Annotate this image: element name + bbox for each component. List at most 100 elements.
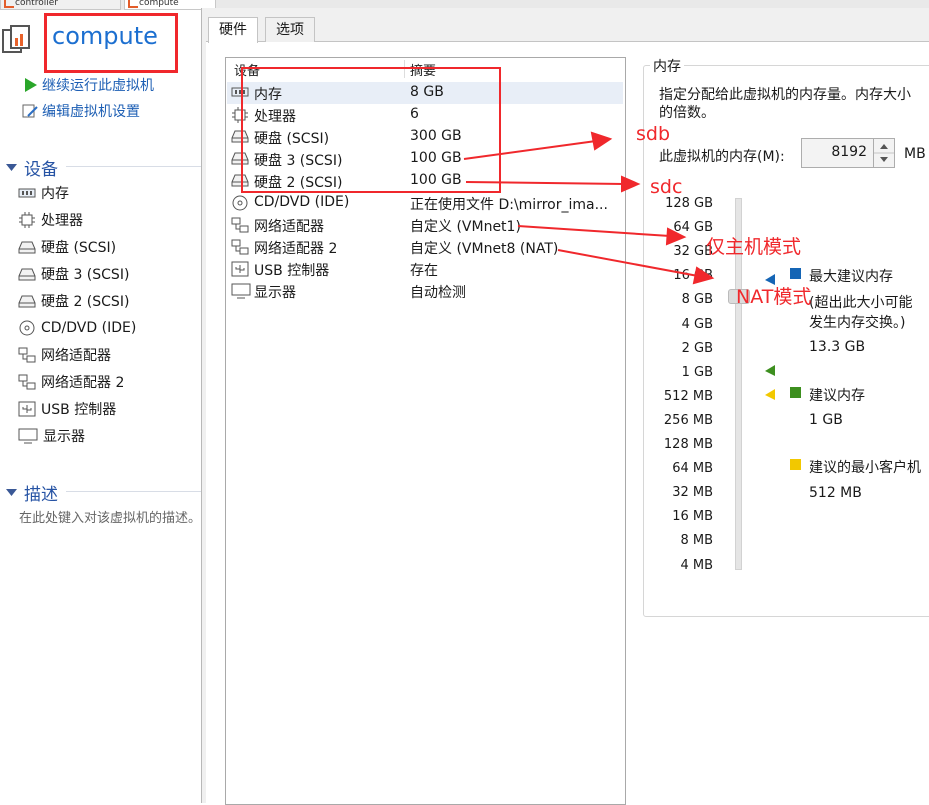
min-memory-swatch <box>790 459 801 470</box>
sidebar-device-label: 硬盘 3 (SCSI) <box>41 267 130 283</box>
device-row[interactable]: 网络适配器 2 自定义 (VMnet8 (NAT) <box>227 236 623 258</box>
device-summary: 存在 <box>410 263 438 279</box>
recommended-memory-marker-icon <box>765 365 775 376</box>
device-summary: 自定义 (VMnet1) <box>410 219 521 235</box>
memory-field-label: 此虚拟机的内存(M): <box>659 149 785 165</box>
annotation-host-only: 仅主机模式 <box>706 236 802 258</box>
sidebar-device-label: 硬盘 (SCSI) <box>41 240 117 256</box>
min-memory-value: 512 MB <box>809 485 862 501</box>
tab-label: compute <box>139 0 179 8</box>
sidebar-device-label: 显示器 <box>43 429 85 445</box>
network-adapter-icon <box>231 217 249 237</box>
sidebar-device-item[interactable]: 硬盘 3 (SCSI) <box>18 263 129 285</box>
description-section-header[interactable]: 描述 <box>6 480 58 505</box>
device-summary: 正在使用文件 D:\mirror_ima... <box>410 197 608 213</box>
stepper-up-icon[interactable] <box>880 144 888 149</box>
hard-disk-icon <box>18 267 36 281</box>
device-name: CD/DVD (IDE) <box>254 194 350 210</box>
annotation-title-box <box>44 13 178 73</box>
edit-vm-settings-link[interactable]: 编辑虚拟机设置 <box>22 101 140 121</box>
min-memory-title: 建议的最小客户机 <box>809 460 921 476</box>
memory-unit: MB <box>904 146 926 162</box>
sidebar-device-item[interactable]: 内存 <box>18 182 69 204</box>
tab-hardware-label: 硬件 <box>219 22 247 38</box>
memory-scale-label: 1 GB <box>681 364 713 380</box>
device-summary: 自动检测 <box>410 285 466 301</box>
sidebar-device-item[interactable]: 显示器 <box>18 425 85 447</box>
memory-scale-label: 4 MB <box>680 557 713 573</box>
recommended-memory-value: 1 GB <box>809 412 843 428</box>
sidebar-device-label: 处理器 <box>41 213 83 229</box>
vm-logo-icon <box>2 24 36 56</box>
sidebar-device-item[interactable]: CD/DVD (IDE) <box>18 317 136 339</box>
devices-section-header[interactable]: 设备 <box>6 155 58 180</box>
tab-label: controller <box>15 0 58 8</box>
max-memory-value: 13.3 GB <box>809 339 866 355</box>
memory-scale-label: 512 MB <box>663 388 713 404</box>
edit-settings-icon <box>22 104 38 118</box>
recommended-memory-title: 建议内存 <box>809 388 865 404</box>
network-adapter-icon <box>231 239 249 259</box>
max-memory-swatch <box>790 268 801 279</box>
tab-options[interactable]: 选项 <box>265 17 315 42</box>
sidebar-device-item[interactable]: 网络适配器 2 <box>18 371 124 393</box>
memory-scale-label: 8 MB <box>680 533 713 549</box>
memory-size-value: 8192 <box>831 144 867 160</box>
device-row[interactable]: CD/DVD (IDE) 正在使用文件 D:\mirror_ima... <box>227 192 623 214</box>
sidebar-device-label: 网络适配器 2 <box>41 375 125 391</box>
device-name: USB 控制器 <box>254 263 330 279</box>
vm-icon <box>4 0 14 8</box>
device-summary: 自定义 (VMnet8 (NAT) <box>410 241 559 257</box>
device-row[interactable]: 显示器 自动检测 <box>227 280 623 302</box>
device-name: 网络适配器 <box>254 219 324 235</box>
device-row[interactable]: 网络适配器 自定义 (VMnet1) <box>227 214 623 236</box>
max-memory-note-2: 发生内存交换。) <box>809 315 906 331</box>
sidebar-device-item[interactable]: 硬盘 2 (SCSI) <box>18 290 129 312</box>
collapse-triangle-icon <box>6 163 17 171</box>
device-name: 显示器 <box>254 285 296 301</box>
memory-scale-label: 16 MB <box>672 509 713 525</box>
usb-icon <box>18 401 36 417</box>
annotation-nat: NAT模式 <box>736 286 812 308</box>
sidebar-device-item[interactable]: 处理器 <box>18 209 83 231</box>
tab-controller[interactable]: controller <box>0 0 121 10</box>
memory-scale-label: 128 GB <box>665 196 713 211</box>
resume-vm-label: 继续运行此虚拟机 <box>42 78 154 94</box>
cd-dvd-icon <box>231 195 249 215</box>
tab-hardware[interactable]: 硬件 <box>208 17 258 43</box>
memory-scale-label: 4 GB <box>681 316 713 332</box>
resume-vm-link[interactable]: 继续运行此虚拟机 <box>22 75 154 95</box>
display-icon <box>231 283 251 303</box>
memory-size-input[interactable]: 8192 <box>801 138 874 168</box>
network-adapter-icon <box>18 347 36 363</box>
cd-dvd-icon <box>18 320 36 336</box>
memory-icon <box>18 186 36 200</box>
stepper-down-icon[interactable] <box>880 157 888 162</box>
vm-icon <box>128 0 138 8</box>
memory-description: 指定分配给此虚拟机的内存量。内存大小 <box>659 87 911 103</box>
device-row[interactable]: USB 控制器 存在 <box>227 258 623 280</box>
max-memory-note: (超出此大小可能 <box>809 295 913 311</box>
description-placeholder[interactable]: 在此处键入对该虚拟机的描述。 <box>19 507 201 526</box>
sidebar-device-label: CD/DVD (IDE) <box>41 320 137 336</box>
network-adapter-icon <box>18 374 36 390</box>
memory-scale-label: 16 GB <box>673 268 713 284</box>
memory-scale-label: 2 GB <box>681 340 713 356</box>
section-divider <box>66 491 201 492</box>
annotation-devices-box <box>241 67 501 193</box>
sidebar-device-item[interactable]: 硬盘 (SCSI) <box>18 236 116 258</box>
hard-disk-icon <box>18 294 36 308</box>
annotation-sdc: sdc <box>650 176 683 198</box>
memory-scale-label: 32 GB <box>673 244 713 260</box>
edit-vm-settings-label: 编辑虚拟机设置 <box>42 104 140 120</box>
memory-scale-label: 8 GB <box>681 292 713 308</box>
memory-stepper[interactable] <box>873 138 895 168</box>
memory-group-label: 内存 <box>650 56 684 76</box>
memory-description-2: 的倍数。 <box>659 105 715 121</box>
sidebar-device-item[interactable]: USB 控制器 <box>18 398 116 420</box>
memory-scale-label: 64 GB <box>673 220 713 236</box>
memory-scale-label: 256 MB <box>663 412 713 428</box>
sidebar-device-item[interactable]: 网络适配器 <box>18 344 111 366</box>
cpu-icon <box>18 212 36 228</box>
sidebar-device-label: 硬盘 2 (SCSI) <box>41 294 130 310</box>
